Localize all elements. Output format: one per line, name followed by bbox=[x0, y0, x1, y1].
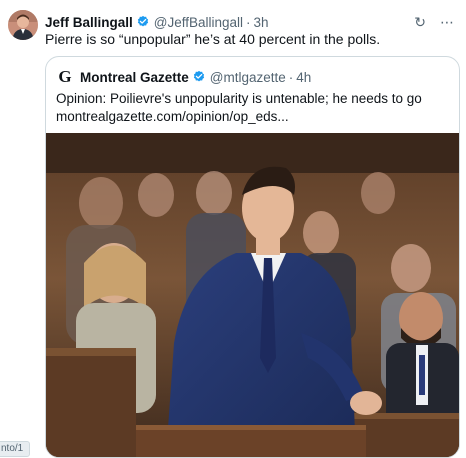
verified-badge-icon bbox=[136, 15, 150, 29]
quoted-text: Opinion: Poilievre's unpopularity is unt… bbox=[56, 91, 422, 106]
quoted-timestamp[interactable]: 4h bbox=[296, 70, 311, 85]
separator-dot: · bbox=[246, 14, 251, 30]
gazette-logo-icon: G bbox=[56, 67, 74, 86]
quoted-header: G Montreal Gazette @mtlgazette · 4h bbox=[56, 67, 449, 87]
grok-icon[interactable]: ↻ bbox=[414, 15, 426, 29]
quoted-text-block: Opinion: Poilievre's unpopularity is unt… bbox=[56, 90, 449, 126]
quoted-photo[interactable] bbox=[46, 133, 459, 457]
more-options-icon[interactable]: ⋯ bbox=[440, 15, 454, 29]
header-actions: ↻ ⋯ bbox=[414, 15, 456, 29]
quoted-link[interactable]: montrealgazette.com/opinion/op_eds... bbox=[56, 108, 449, 126]
tweet[interactable]: Jeff Ballingall @JeffBallingall · 3h ↻ ⋯… bbox=[0, 0, 466, 458]
quoted-author-name[interactable]: Montreal Gazette bbox=[80, 70, 189, 85]
verified-badge-icon bbox=[192, 70, 206, 84]
quoted-author-handle[interactable]: @mtlgazette bbox=[210, 70, 286, 85]
author-handle[interactable]: @JeffBallingall bbox=[154, 15, 243, 30]
bottom-tag: nto/1 bbox=[0, 441, 31, 457]
separator-dot: · bbox=[288, 69, 294, 85]
tweet-timestamp[interactable]: 3h bbox=[254, 15, 269, 30]
author-avatar[interactable] bbox=[8, 10, 38, 40]
author-name[interactable]: Jeff Ballingall bbox=[45, 15, 133, 30]
tweet-text: Pierre is so “unpopular” he’s at 40 perc… bbox=[45, 31, 381, 47]
quoted-tweet-card[interactable]: G Montreal Gazette @mtlgazette · 4h Opin… bbox=[45, 56, 460, 458]
tweet-header: Jeff Ballingall @JeffBallingall · 3h ↻ ⋯ bbox=[45, 12, 456, 32]
